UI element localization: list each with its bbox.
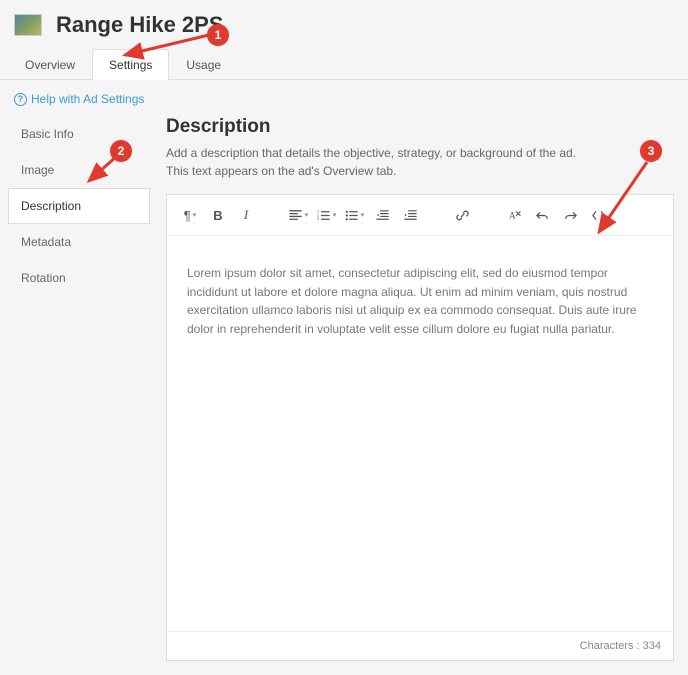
help-link-label: Help with Ad Settings	[31, 92, 144, 106]
content-panel: Description Add a description that detai…	[166, 116, 674, 661]
help-link[interactable]: ? Help with Ad Settings	[14, 92, 144, 106]
code-view-button[interactable]	[585, 203, 611, 227]
bold-button[interactable]: B	[205, 203, 231, 227]
editor-textarea[interactable]: Lorem ipsum dolor sit amet, consectetur …	[167, 236, 673, 631]
tab-overview[interactable]: Overview	[8, 49, 92, 80]
page-title: Range Hike 2PS	[56, 12, 224, 38]
unordered-list-icon	[344, 208, 359, 223]
section-description-line2: This text appears on the ad's Overview t…	[166, 162, 674, 180]
sidebar-item-metadata[interactable]: Metadata	[8, 224, 150, 260]
outdent-button[interactable]	[369, 203, 395, 227]
char-count-label: Characters	[580, 640, 634, 652]
link-button[interactable]	[449, 203, 475, 227]
sidebar-item-description[interactable]: Description	[8, 188, 150, 224]
editor-footer: Characters : 334	[167, 631, 673, 660]
undo-button[interactable]	[529, 203, 555, 227]
annotation-badge-2: 2	[110, 140, 132, 162]
ordered-list-icon: 123	[316, 208, 331, 223]
outdent-icon	[375, 208, 390, 223]
redo-icon	[563, 208, 578, 223]
editor-toolbar: ¶▾ B I ▾ 123▾ ▾	[167, 195, 673, 236]
char-count-value: 334	[643, 640, 661, 652]
main-layout: Basic Info Image Description Metadata Ro…	[0, 116, 688, 675]
tab-usage[interactable]: Usage	[169, 49, 238, 80]
indent-button[interactable]	[397, 203, 423, 227]
section-heading: Description	[166, 116, 674, 138]
help-icon: ?	[14, 93, 27, 106]
svg-text:A: A	[508, 211, 515, 221]
main-tabs: Overview Settings Usage	[0, 48, 688, 80]
annotation-badge-1: 1	[207, 24, 229, 46]
settings-sidebar: Basic Info Image Description Metadata Ro…	[8, 116, 150, 661]
code-icon	[591, 208, 606, 223]
help-row: ? Help with Ad Settings	[0, 80, 688, 116]
clear-format-icon: A	[507, 208, 522, 223]
sidebar-item-rotation[interactable]: Rotation	[8, 260, 150, 296]
svg-text:3: 3	[317, 217, 319, 221]
page-header: Range Hike 2PS	[0, 0, 688, 48]
rich-text-editor: ¶▾ B I ▾ 123▾ ▾	[166, 194, 674, 661]
indent-icon	[403, 208, 418, 223]
ad-thumbnail	[14, 14, 42, 36]
align-button[interactable]: ▾	[285, 203, 311, 227]
redo-button[interactable]	[557, 203, 583, 227]
section-description-line1: Add a description that details the objec…	[166, 144, 674, 162]
link-icon	[455, 208, 470, 223]
unordered-list-button[interactable]: ▾	[341, 203, 367, 227]
paragraph-format-button[interactable]: ¶▾	[177, 203, 203, 227]
annotation-badge-3: 3	[640, 140, 662, 162]
align-icon	[288, 208, 303, 223]
italic-button[interactable]: I	[233, 203, 259, 227]
ordered-list-button[interactable]: 123▾	[313, 203, 339, 227]
tab-settings[interactable]: Settings	[92, 49, 169, 80]
undo-icon	[535, 208, 550, 223]
clear-format-button[interactable]: A	[501, 203, 527, 227]
